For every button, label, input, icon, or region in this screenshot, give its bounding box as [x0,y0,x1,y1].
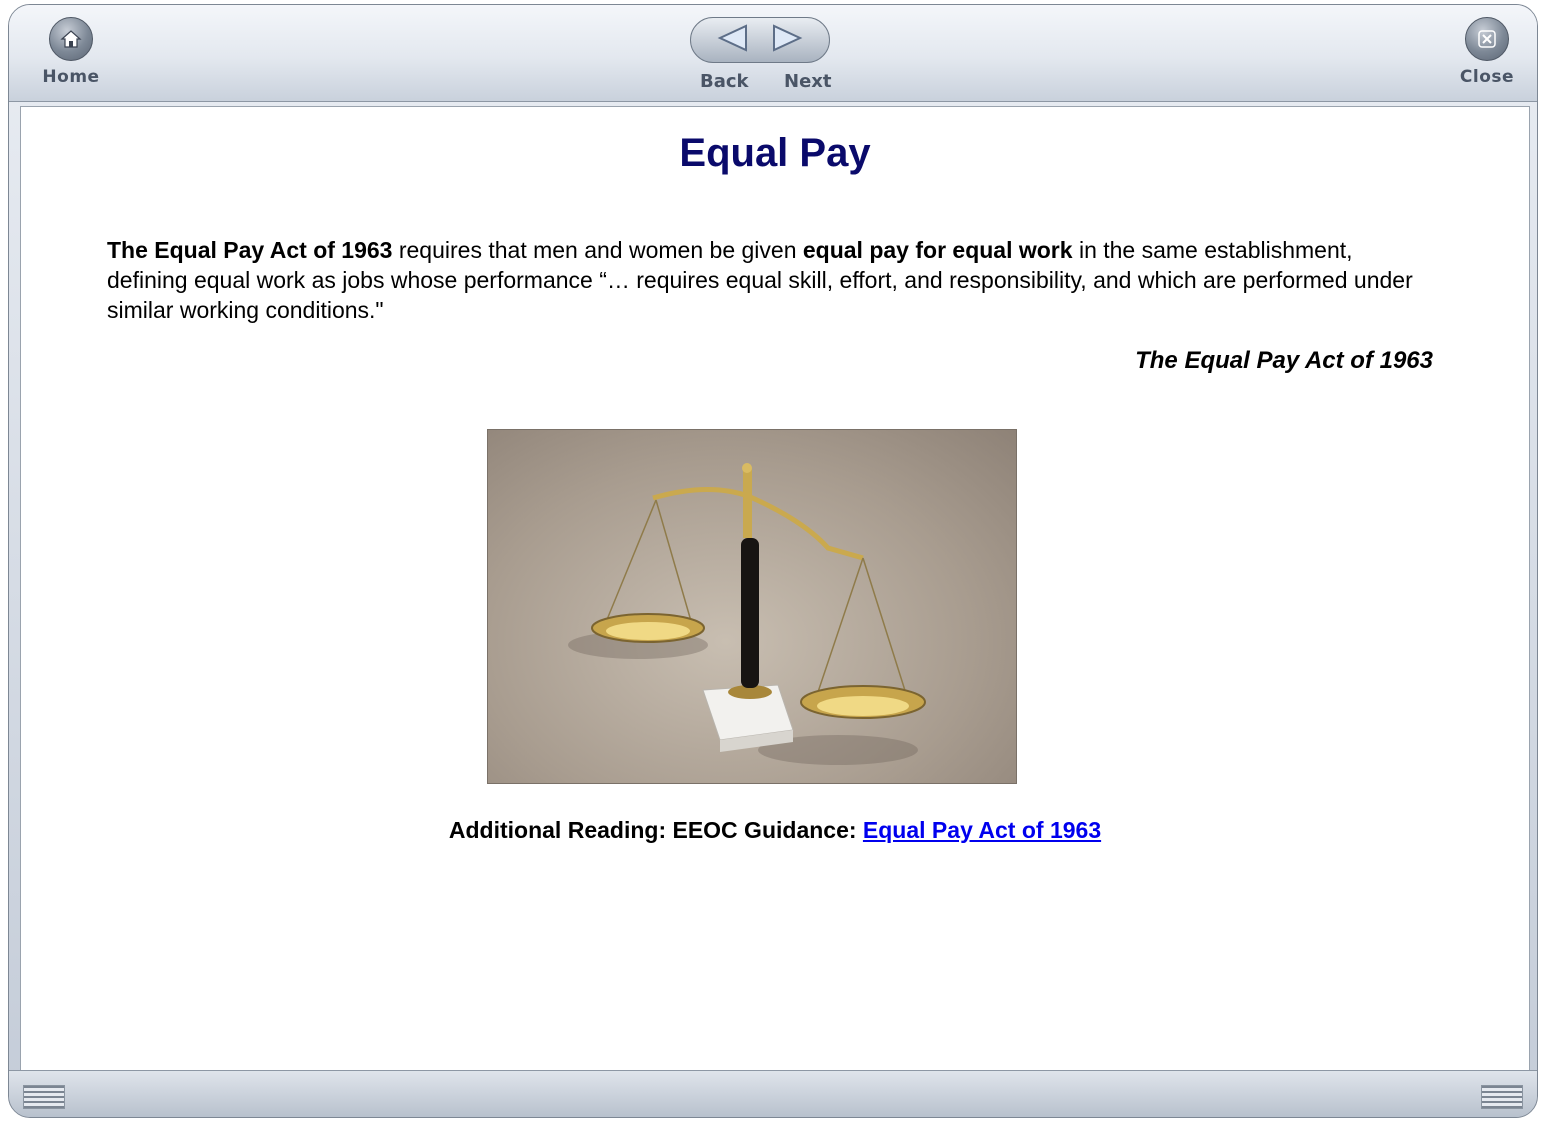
content-pane: Equal Pay The Equal Pay Act of 1963 requ… [20,106,1530,1072]
bottom-bar [9,1070,1537,1117]
equal-pay-act-link[interactable]: Equal Pay Act of 1963 [863,817,1101,843]
toolbar: Home Back Next Close [9,5,1537,102]
close-label: Close [1459,67,1515,87]
app-window: Home Back Next Close Equal Pay The Equal… [8,4,1538,1118]
additional-reading: Additional Reading: EEOC Guidance: Equal… [21,817,1529,844]
page-title: Equal Pay [679,131,871,175]
resize-grip-left-icon[interactable] [23,1085,65,1109]
equal-pay-bold: equal pay for equal work [802,237,1073,263]
scales-of-justice-image [487,429,1017,784]
home-icon [49,17,93,61]
act-name-bold: The Equal Pay Act of 1963 [107,237,393,263]
back-arrow-icon[interactable] [714,23,752,58]
home-button[interactable]: Home [39,17,103,87]
next-button[interactable]: Next [784,71,832,92]
next-arrow-icon[interactable] [768,23,806,58]
back-button[interactable]: Back [700,71,749,92]
home-label: Home [42,67,100,87]
nav-control [690,17,830,63]
additional-reading-label: Additional Reading: EEOC Guidance: [448,817,863,843]
close-button[interactable]: Close [1455,17,1519,87]
resize-grip-right-icon[interactable] [1481,1085,1523,1109]
description-paragraph: The Equal Pay Act of 1963 requires that … [107,235,1437,325]
close-icon [1465,17,1509,61]
attribution: The Equal Pay Act of 1963 [1135,347,1433,374]
paragraph-text-1: requires that men and women be given [392,237,803,263]
